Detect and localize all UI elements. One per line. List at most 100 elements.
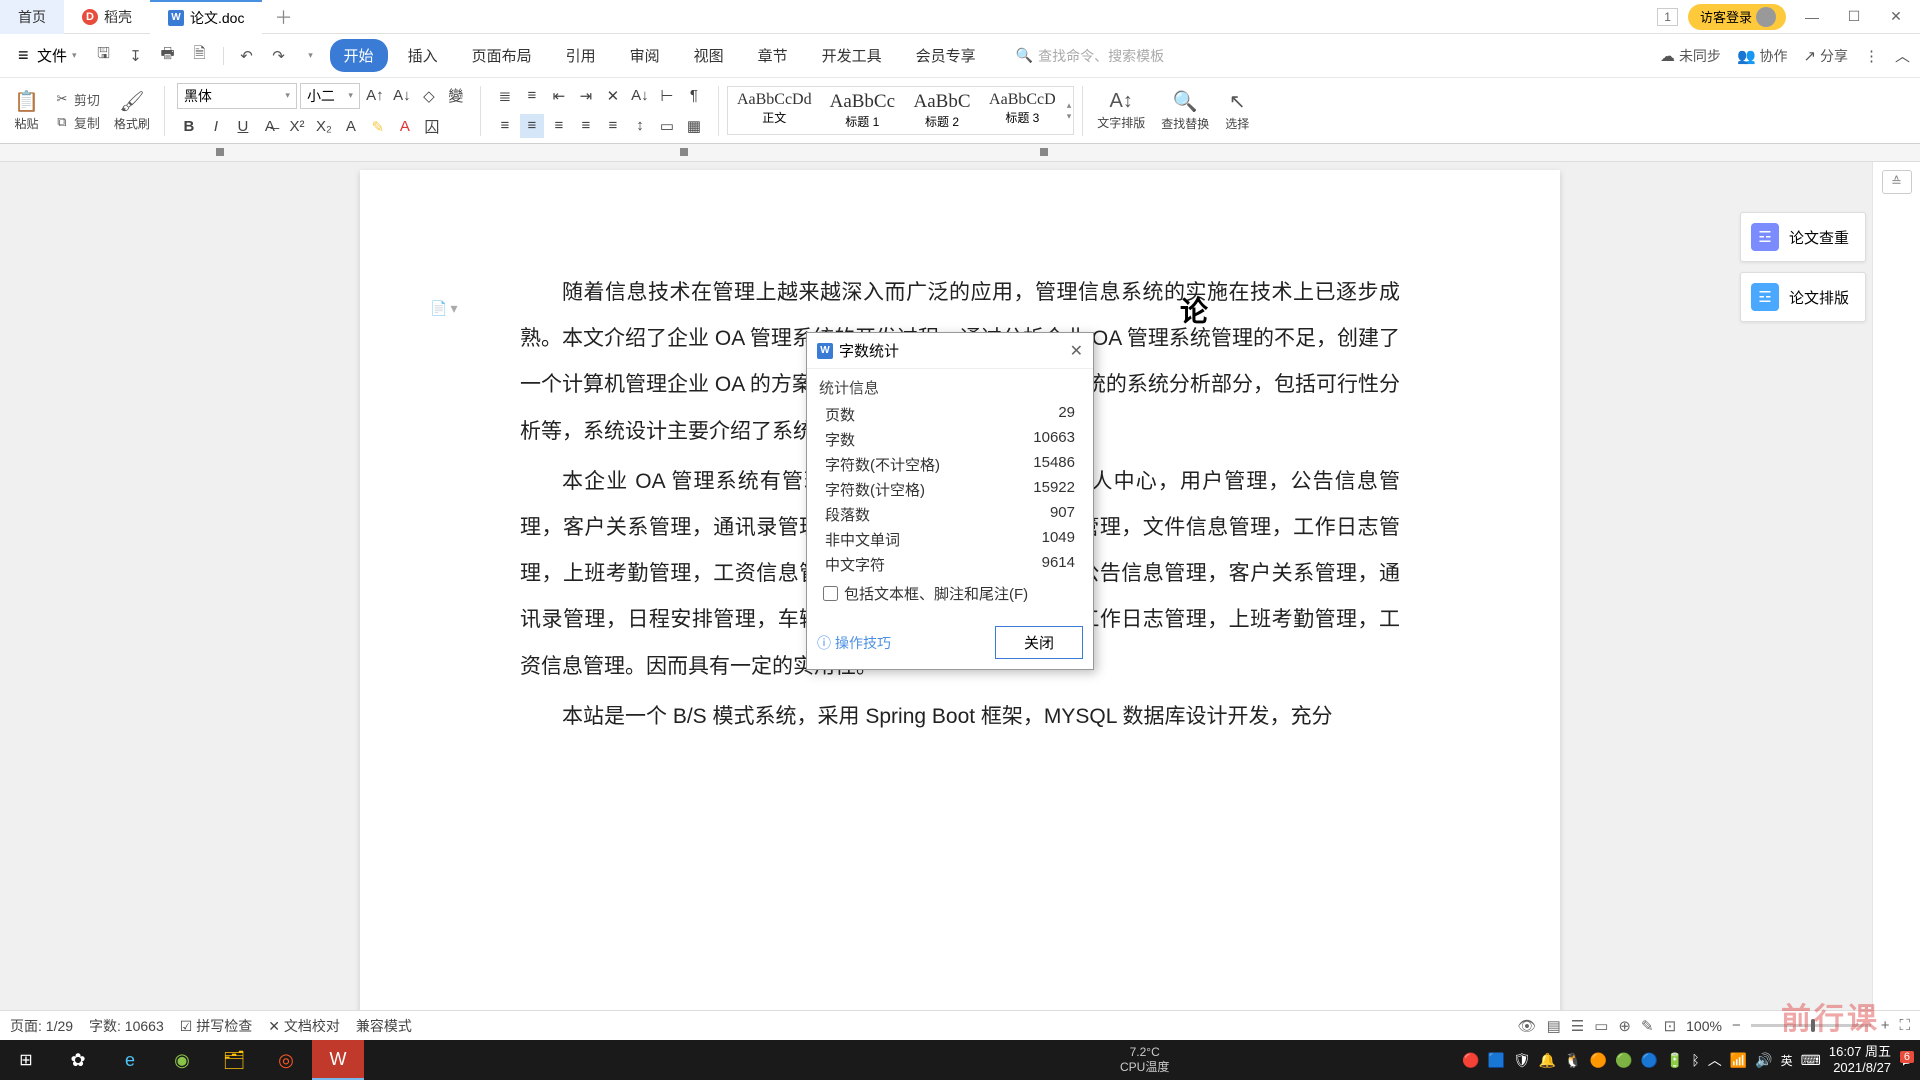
- line-spacing-button[interactable]: ↕: [628, 114, 652, 138]
- outline-view-button[interactable]: ☰: [1571, 1017, 1584, 1035]
- dialog-close-button[interactable]: ✕: [1070, 341, 1083, 361]
- menutab-view[interactable]: 视图: [680, 39, 738, 72]
- guest-login-button[interactable]: 访客登录: [1688, 4, 1786, 30]
- menutab-section[interactable]: 章节: [744, 39, 802, 72]
- minimize-button[interactable]: —: [1796, 5, 1828, 29]
- strikethrough-button[interactable]: A̶: [258, 115, 282, 139]
- tab-home[interactable]: 首页: [0, 0, 64, 34]
- clear-format-button[interactable]: ◇: [417, 84, 441, 108]
- subscript-button[interactable]: X₂: [312, 115, 336, 139]
- include-textbox-checkbox[interactable]: 包括文本框、脚注和尾注(F): [819, 577, 1081, 610]
- bold-button[interactable]: B: [177, 115, 201, 139]
- format-painter-button[interactable]: 🖌格式刷: [108, 81, 156, 141]
- underline-button[interactable]: U: [231, 115, 255, 139]
- start-button[interactable]: ⊞: [0, 1040, 52, 1080]
- font-family-select[interactable]: 黑体▾: [177, 83, 297, 109]
- tray-icon[interactable]: 🔔: [1539, 1052, 1556, 1069]
- align-right-button[interactable]: ≡: [547, 114, 571, 138]
- command-search[interactable]: 🔍 查找命令、搜索模板: [1016, 46, 1164, 66]
- paragraph[interactable]: 本站是一个 B/S 模式系统，采用 Spring Boot 框架，MYSQL 数…: [520, 694, 1400, 740]
- draft-view-button[interactable]: ✎: [1641, 1017, 1654, 1035]
- text-effects-button[interactable]: A: [339, 115, 363, 139]
- more-menu-button[interactable]: ⋮: [1864, 47, 1879, 65]
- menutab-pagelayout[interactable]: 页面布局: [458, 39, 546, 72]
- styles-scroll[interactable]: ▴▾: [1065, 87, 1074, 134]
- qat-more-button[interactable]: ▾: [298, 43, 324, 69]
- side-collapse-button[interactable]: ≙: [1882, 170, 1912, 194]
- style-h1[interactable]: AaBbCc标题 1: [821, 87, 904, 134]
- zoom-out-button[interactable]: −: [1732, 1017, 1741, 1034]
- window-index-badge[interactable]: 1: [1657, 8, 1678, 26]
- sync-status-button[interactable]: ☁ 未同步: [1660, 46, 1721, 66]
- cut-button[interactable]: ✂剪切: [53, 90, 100, 109]
- style-h3[interactable]: AaBbCcD标题 3: [980, 87, 1065, 134]
- sort-button[interactable]: A↓: [628, 84, 652, 108]
- task-wps[interactable]: W: [312, 1040, 364, 1080]
- collapse-ribbon-button[interactable]: ︿: [1895, 45, 1910, 66]
- tray-chevron-up-icon[interactable]: ︿: [1708, 1050, 1722, 1070]
- tray-volume-icon[interactable]: 🔊: [1755, 1052, 1772, 1069]
- menutab-insert[interactable]: 插入: [394, 39, 452, 72]
- zoom-fit-button[interactable]: ⊡: [1664, 1017, 1677, 1035]
- task-explorer[interactable]: 🗂: [208, 1040, 260, 1080]
- font-size-select[interactable]: 小二▾: [300, 83, 360, 109]
- menutab-review[interactable]: 审阅: [616, 39, 674, 72]
- save-button[interactable]: 🖫: [91, 43, 117, 69]
- show-marks-button[interactable]: ¶: [682, 84, 706, 108]
- dialog-close-ok-button[interactable]: 关闭: [995, 626, 1083, 659]
- align-justify-button[interactable]: ≡: [574, 114, 598, 138]
- coop-button[interactable]: 👥 协作: [1737, 46, 1788, 66]
- find-replace-button[interactable]: 🔍查找替换: [1155, 81, 1215, 141]
- task-app[interactable]: ◎: [260, 1040, 312, 1080]
- bullet-list-button[interactable]: ≣: [493, 84, 517, 108]
- style-body[interactable]: AaBbCcDd正文: [728, 87, 821, 134]
- proofread-status[interactable]: ✕ 文档校对: [268, 1016, 340, 1036]
- spellcheck-status[interactable]: ☑ 拼写检查: [180, 1016, 252, 1036]
- notification-button[interactable]: 💬6: [1899, 1053, 1914, 1067]
- tab-docell[interactable]: D稻壳: [64, 0, 150, 34]
- align-left-button[interactable]: ≡: [493, 114, 517, 138]
- tab-symbol-button[interactable]: ⊢: [655, 84, 679, 108]
- align-distribute-button[interactable]: ≡: [601, 114, 625, 138]
- save-as-button[interactable]: ↧: [123, 43, 149, 69]
- print-preview-button[interactable]: 🗎: [187, 43, 213, 69]
- task-ie[interactable]: e: [104, 1040, 156, 1080]
- tray-battery-icon[interactable]: 🔋: [1666, 1052, 1683, 1069]
- tab-document[interactable]: W论文.doc: [150, 0, 262, 34]
- borders-button[interactable]: ▦: [682, 114, 706, 138]
- tray-icon[interactable]: 🛡: [1513, 1052, 1531, 1069]
- menutab-start[interactable]: 开始: [330, 39, 388, 72]
- zoom-level[interactable]: 100%: [1686, 1018, 1722, 1034]
- copy-button[interactable]: ⧉复制: [53, 113, 100, 132]
- styles-gallery[interactable]: AaBbCcDd正文 AaBbCc标题 1 AaBbC标题 2 AaBbCcD标…: [727, 86, 1074, 135]
- fullscreen-button[interactable]: ⛶: [1899, 1017, 1910, 1034]
- print-button[interactable]: 🖶: [155, 43, 181, 69]
- tray-icon[interactable]: 🐧: [1564, 1052, 1581, 1069]
- maximize-button[interactable]: ☐: [1838, 5, 1870, 29]
- tab-add[interactable]: ＋: [262, 0, 304, 34]
- menutab-reference[interactable]: 引用: [552, 39, 610, 72]
- file-menu[interactable]: 文件▾: [10, 41, 85, 70]
- shrink-font-button[interactable]: A↓: [390, 84, 414, 108]
- font-color-button[interactable]: A: [393, 115, 417, 139]
- page-indicator-icon[interactable]: ▾: [430, 300, 457, 317]
- grow-font-button[interactable]: A↑: [363, 84, 387, 108]
- tips-link[interactable]: ⓘ操作技巧: [817, 633, 891, 653]
- web-view-button[interactable]: ⊕: [1618, 1017, 1631, 1035]
- tray-icon[interactable]: 🟢: [1615, 1052, 1632, 1069]
- style-h2[interactable]: AaBbC标题 2: [904, 87, 980, 134]
- tray-icon[interactable]: 🔵: [1641, 1052, 1658, 1069]
- ime-indicator[interactable]: 英: [1781, 1052, 1793, 1069]
- close-window-button[interactable]: ✕: [1880, 5, 1912, 29]
- text-direction-button[interactable]: A↕文字排版: [1091, 81, 1151, 141]
- page-view-button[interactable]: ▤: [1547, 1017, 1561, 1035]
- select-button[interactable]: ↖选择: [1219, 81, 1255, 141]
- decrease-indent-button[interactable]: ⇤: [547, 84, 571, 108]
- asian-layout-button[interactable]: ✕: [601, 84, 625, 108]
- tray-icon[interactable]: 🔴: [1462, 1052, 1479, 1069]
- tray-wifi-icon[interactable]: 📶: [1730, 1052, 1747, 1069]
- redo-button[interactable]: ↷: [266, 43, 292, 69]
- zoom-in-button[interactable]: +: [1881, 1017, 1890, 1034]
- italic-button[interactable]: I: [204, 115, 228, 139]
- align-center-button[interactable]: ≡: [520, 114, 544, 138]
